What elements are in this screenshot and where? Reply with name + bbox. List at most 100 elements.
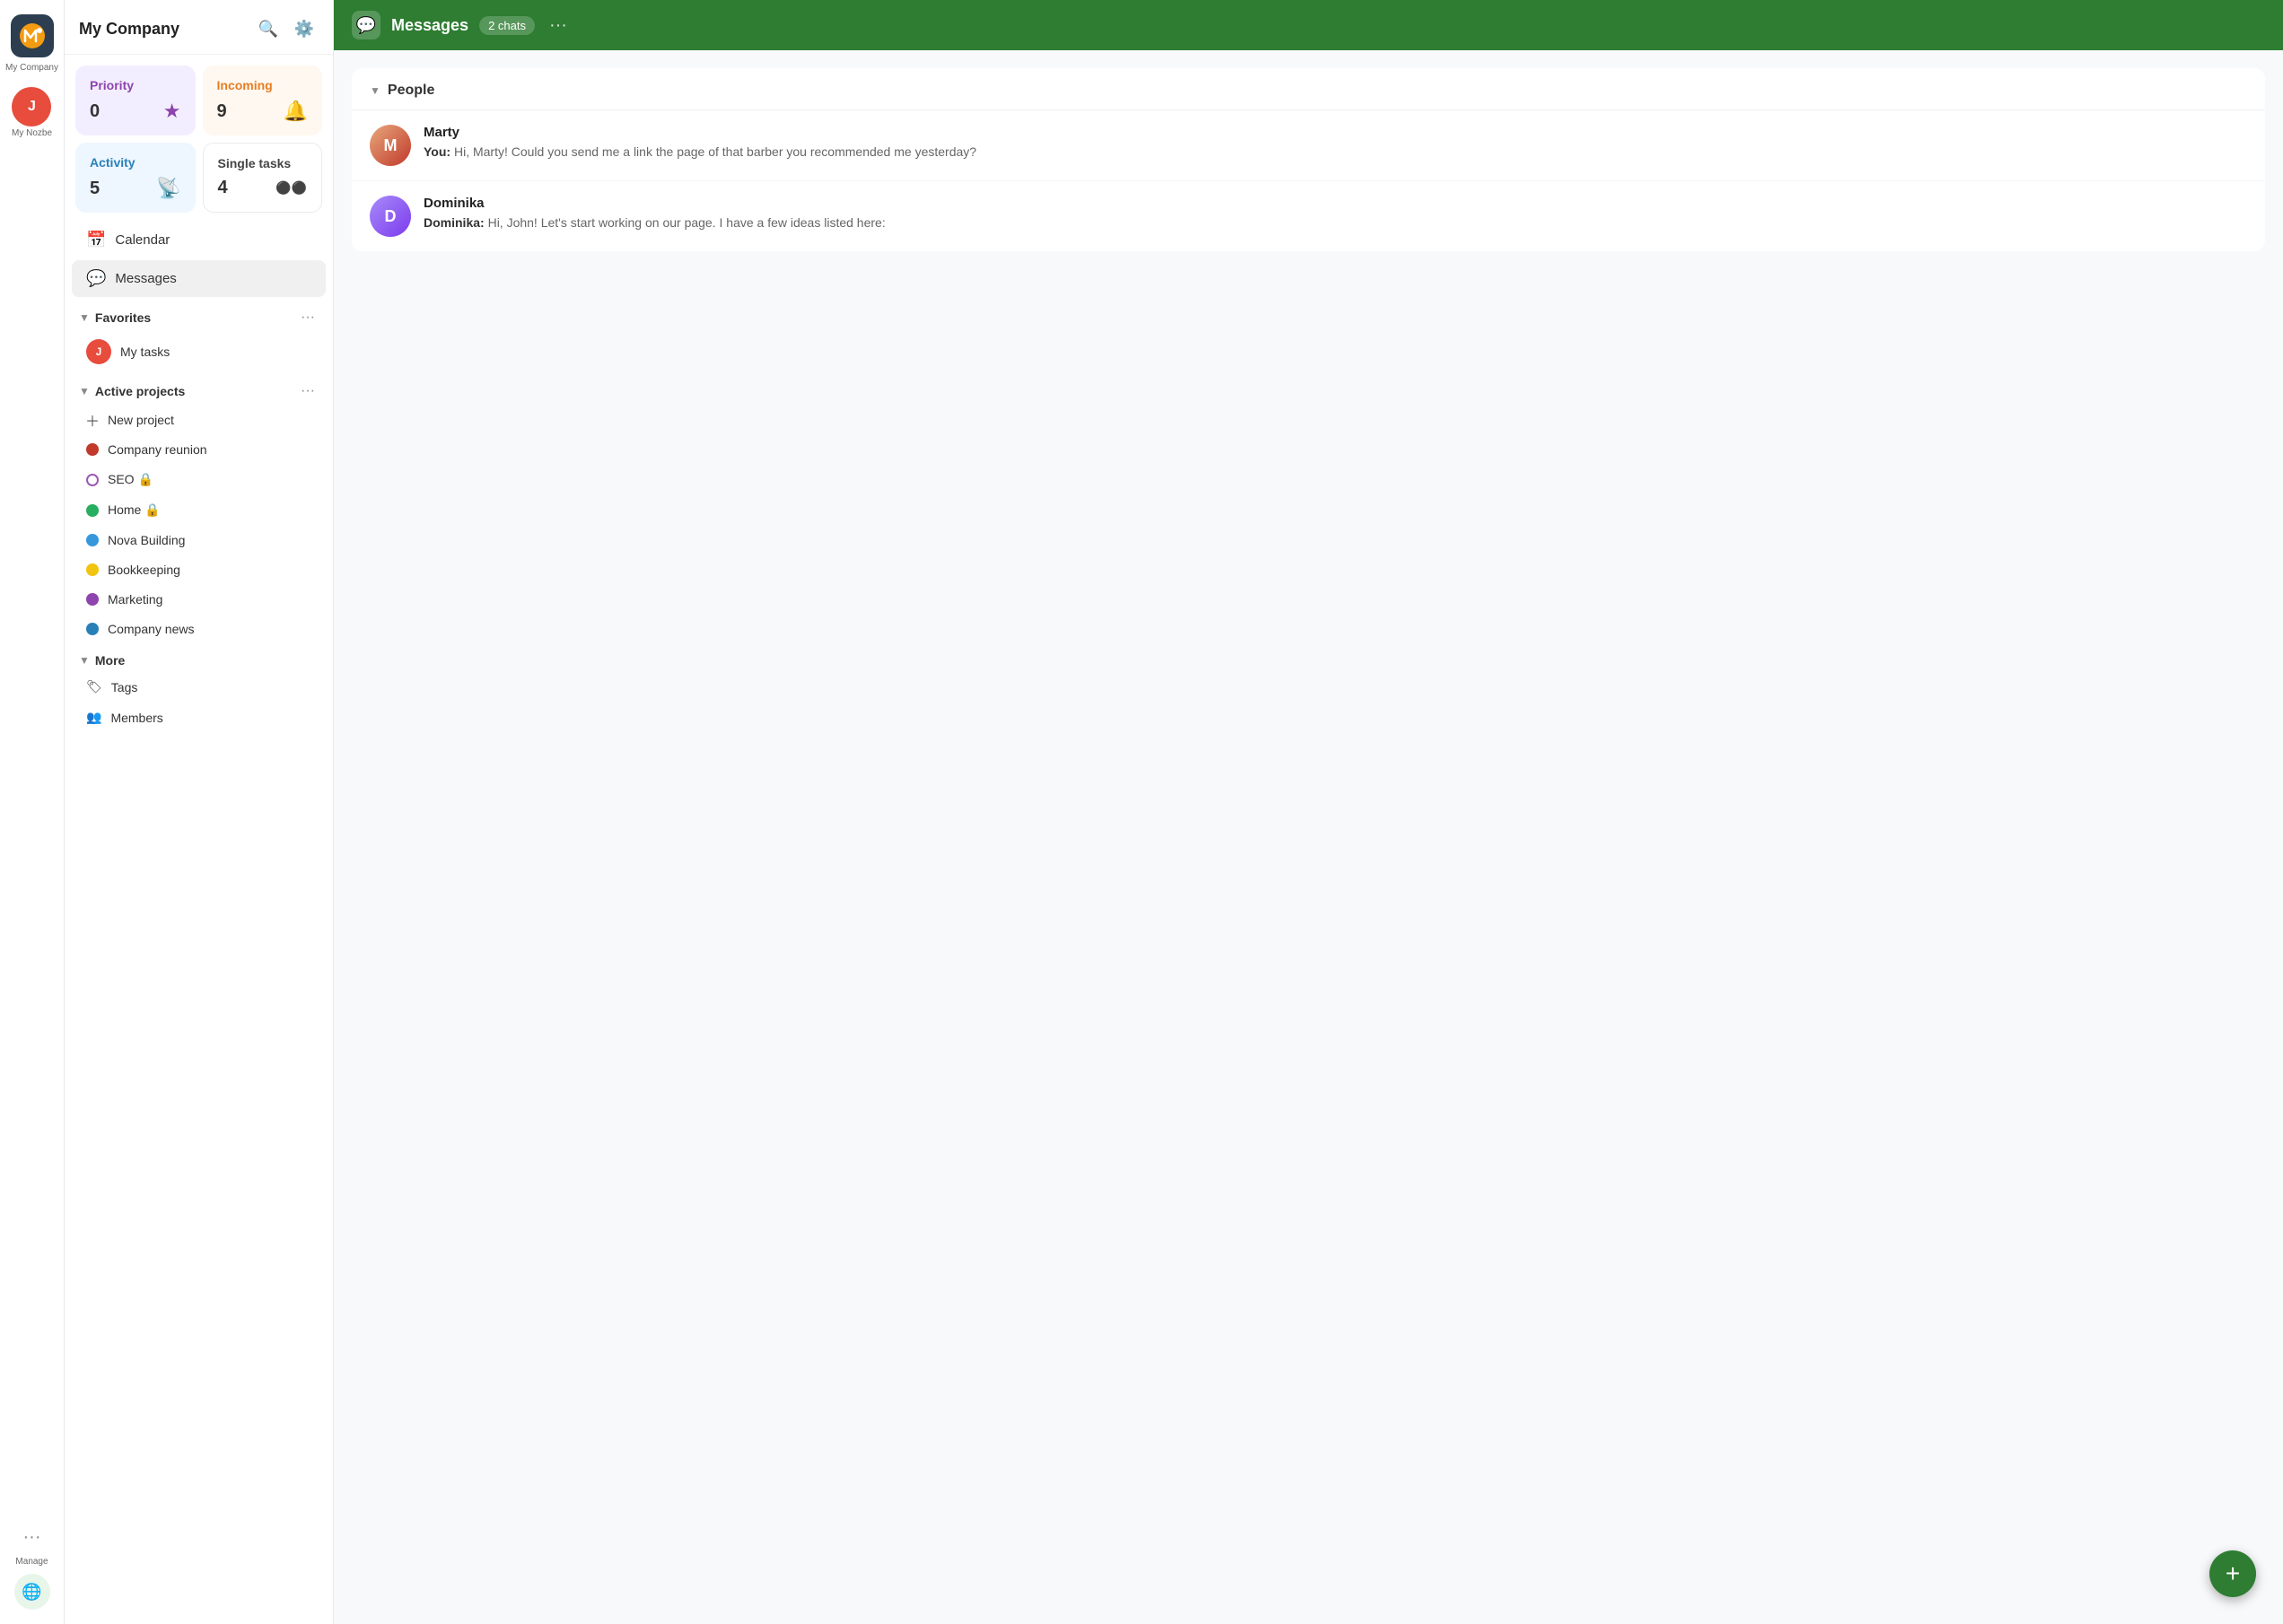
marketing-label: Marketing (108, 592, 162, 607)
topbar-messages-icon: 💬 (352, 11, 380, 39)
chat-item-dominika[interactable]: D Dominika Dominika: Hi, John! Let's sta… (352, 181, 2265, 251)
topbar-chat-count-badge: 2 chats (479, 16, 535, 35)
marketing-dot (86, 593, 99, 606)
dominika-preview-text: Hi, John! Let's start working on our pag… (485, 215, 886, 230)
single-tasks-label: Single tasks (218, 156, 308, 170)
marty-name: Marty (424, 125, 2247, 140)
home-label: Home 🔒 (108, 502, 161, 518)
project-item-new[interactable]: ＋ New project (72, 406, 326, 434)
sidebar-item-tags[interactable]: 🏷 Tags (72, 672, 326, 702)
app-logo[interactable]: My Company (2, 11, 62, 76)
project-item-home[interactable]: Home 🔒 (72, 495, 326, 525)
manage-label: Manage (15, 1557, 48, 1567)
activity-card-bottom: 5 📡 (90, 177, 181, 200)
fab-add-button[interactable]: + (2209, 1550, 2256, 1597)
priority-card-bottom: 0 ★ (90, 100, 181, 123)
more-section-header[interactable]: ▼ More (65, 644, 333, 671)
sidebar-title: My Company (79, 20, 179, 39)
manage-item[interactable]: ··· Manage (11, 1515, 54, 1570)
main-content: 💬 Messages 2 chats ··· ▼ People M Marty … (334, 0, 2283, 1624)
people-title: People (388, 83, 434, 99)
incoming-bell-icon: 🔔 (284, 100, 308, 123)
project-item-nova-building[interactable]: Nova Building (72, 526, 326, 554)
dominika-preview-prefix: Dominika: (424, 215, 485, 230)
marty-chat-content: Marty You: Hi, Marty! Could you send me … (424, 125, 2247, 162)
favorites-header-left: ▼ Favorites (79, 310, 151, 325)
single-tasks-count: 4 (218, 178, 228, 198)
sidebar-header-icons: 🔍 ⚙️ (254, 14, 319, 43)
tags-icon: 🏷 (86, 679, 102, 694)
incoming-label: Incoming (217, 78, 309, 92)
topbar-title: Messages (391, 16, 468, 35)
company-news-label: Company news (108, 622, 195, 636)
company-news-dot (86, 623, 99, 635)
active-projects-title: Active projects (95, 384, 185, 398)
my-tasks-avatar: J (86, 339, 111, 364)
active-projects-section-header[interactable]: ▼ Active projects ··· (65, 372, 333, 405)
active-projects-more-button[interactable]: ··· (297, 381, 319, 401)
icon-bar-bottom: ··· Manage 🌐 (11, 1515, 54, 1613)
project-item-bookkeeping[interactable]: Bookkeeping (72, 555, 326, 584)
topbar-more-button[interactable]: ··· (549, 15, 567, 36)
sidebar-item-members[interactable]: 👥 Members (72, 703, 326, 732)
cards-grid: Priority 0 ★ Incoming 9 🔔 Activity 5 📡 (65, 55, 333, 220)
members-label: Members (110, 711, 162, 725)
priority-label: Priority (90, 78, 181, 92)
new-project-plus-icon: ＋ (86, 414, 99, 426)
activity-card[interactable]: Activity 5 📡 (75, 143, 196, 213)
globe-item[interactable]: 🌐 (11, 1570, 54, 1613)
calendar-icon: 📅 (86, 231, 106, 249)
sidebar-item-my-tasks[interactable]: J My tasks (72, 332, 326, 371)
bookkeeping-label: Bookkeeping (108, 563, 180, 577)
single-tasks-dots-icon: ⚫⚫ (276, 180, 307, 196)
company-reunion-label: Company reunion (108, 442, 207, 457)
activity-count: 5 (90, 179, 100, 199)
favorites-title: Favorites (95, 310, 151, 325)
sidebar-item-calendar[interactable]: 📅 Calendar (72, 222, 326, 258)
dominika-preview: Dominika: Hi, John! Let's start working … (424, 214, 2247, 232)
activity-label: Activity (90, 155, 181, 170)
nova-building-dot (86, 534, 99, 546)
sidebar-header: My Company 🔍 ⚙️ (65, 0, 333, 55)
home-dot (86, 504, 99, 517)
more-chevron-icon: ▼ (79, 654, 90, 667)
incoming-count: 9 (217, 101, 227, 122)
dominika-chat-content: Dominika Dominika: Hi, John! Let's start… (424, 196, 2247, 232)
messages-icon: 💬 (86, 269, 106, 288)
members-icon: 👥 (86, 710, 101, 725)
project-item-company-news[interactable]: Company news (72, 615, 326, 643)
favorites-more-button[interactable]: ··· (297, 308, 319, 327)
globe-icon[interactable]: 🌐 (14, 1574, 50, 1610)
project-item-company-reunion[interactable]: Company reunion (72, 435, 326, 464)
my-tasks-label: My tasks (120, 345, 170, 359)
my-nozbe-label: My Nozbe (12, 128, 52, 138)
settings-button[interactable]: ⚙️ (290, 14, 319, 43)
sidebar-item-messages[interactable]: 💬 Messages (72, 260, 326, 297)
company-label: My Company (5, 63, 58, 73)
calendar-label: Calendar (115, 232, 170, 248)
single-tasks-card[interactable]: Single tasks 4 ⚫⚫ (203, 143, 323, 213)
people-section-header[interactable]: ▼ People (352, 68, 2265, 110)
incoming-card[interactable]: Incoming 9 🔔 (203, 65, 323, 135)
logo-icon[interactable] (11, 14, 54, 57)
manage-icon[interactable]: ··· (14, 1519, 50, 1555)
priority-count: 0 (90, 101, 100, 122)
content-area: ▼ People M Marty You: Hi, Marty! Could y… (334, 50, 2283, 1624)
project-item-seo[interactable]: SEO 🔒 (72, 465, 326, 494)
my-nozbe-avatar: J (12, 87, 51, 127)
priority-card[interactable]: Priority 0 ★ (75, 65, 196, 135)
my-nozbe-item[interactable]: J My Nozbe (8, 83, 56, 142)
project-item-marketing[interactable]: Marketing (72, 585, 326, 614)
seo-label: SEO 🔒 (108, 472, 153, 487)
people-chevron-icon: ▼ (370, 84, 380, 97)
search-button[interactable]: 🔍 (254, 14, 283, 43)
icon-bar: My Company J My Nozbe ··· Manage 🌐 (0, 0, 65, 1624)
more-title: More (95, 653, 125, 668)
favorites-section-header[interactable]: ▼ Favorites ··· (65, 299, 333, 331)
chat-item-marty[interactable]: M Marty You: Hi, Marty! Could you send m… (352, 110, 2265, 181)
favorites-chevron-icon: ▼ (79, 311, 90, 324)
active-projects-header-left: ▼ Active projects (79, 384, 185, 398)
sidebar-scroll: Priority 0 ★ Incoming 9 🔔 Activity 5 📡 (65, 55, 333, 1624)
activity-rss-icon: 📡 (156, 177, 180, 200)
bookkeeping-dot (86, 563, 99, 576)
